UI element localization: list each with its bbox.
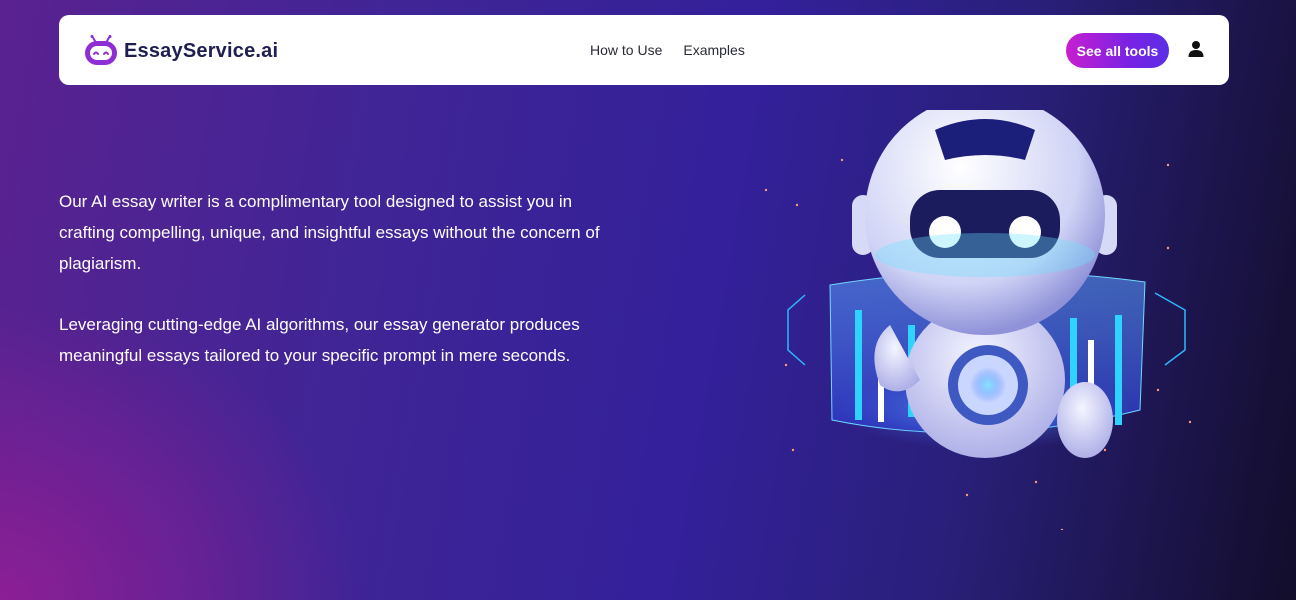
- nav-link-examples[interactable]: Examples: [683, 42, 744, 58]
- hero-description: Our AI essay writer is a complimentary t…: [59, 186, 619, 401]
- see-all-tools-button[interactable]: See all tools: [1066, 33, 1169, 68]
- robot-illustration: [764, 110, 1192, 530]
- logo-text: EssayService.ai: [124, 39, 279, 62]
- hero-paragraph-2: Leveraging cutting-edge AI algorithms, o…: [59, 315, 580, 365]
- hero-paragraph-1: Our AI essay writer is a complimentary t…: [59, 192, 600, 273]
- nav-link-how-to-use[interactable]: How to Use: [590, 42, 662, 58]
- nav-links: How to Use Examples: [590, 42, 745, 58]
- logo[interactable]: EssayService.ai: [83, 35, 278, 67]
- user-icon[interactable]: [1187, 40, 1205, 58]
- robot-logo-icon: [85, 35, 117, 65]
- navbar: EssayService.ai How to Use Examples See …: [59, 15, 1229, 85]
